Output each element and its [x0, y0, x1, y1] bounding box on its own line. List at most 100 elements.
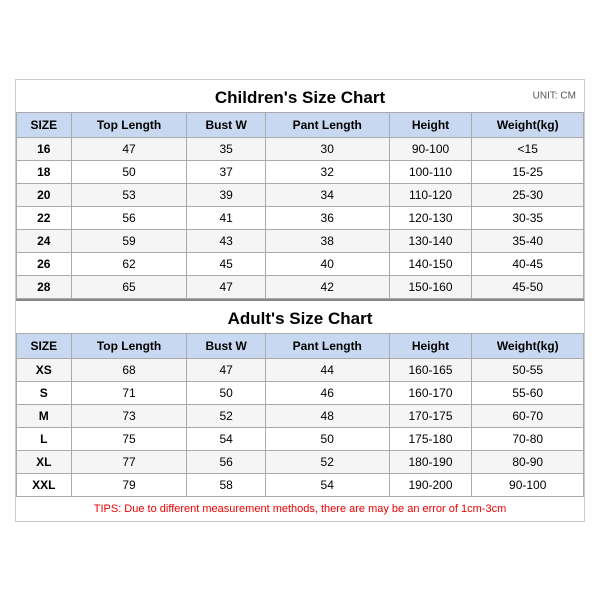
table-cell: 170-175 [389, 404, 472, 427]
table-cell: 79 [71, 473, 187, 496]
table-cell: 41 [187, 206, 265, 229]
table-cell: 56 [71, 206, 187, 229]
table-row: S715046160-17055-60 [17, 381, 584, 404]
table-row: 26624540140-15040-45 [17, 252, 584, 275]
table-cell: S [17, 381, 72, 404]
table-cell: 16 [17, 137, 72, 160]
table-cell: 70-80 [472, 427, 584, 450]
table-cell: 90-100 [389, 137, 472, 160]
table-row: XXL795854190-20090-100 [17, 473, 584, 496]
table-cell: 54 [265, 473, 389, 496]
table-cell: 46 [265, 381, 389, 404]
table-cell: 75 [71, 427, 187, 450]
table-cell: 45 [187, 252, 265, 275]
table-cell: 44 [265, 358, 389, 381]
table-cell: 34 [265, 183, 389, 206]
table-cell: L [17, 427, 72, 450]
table-cell: 71 [71, 381, 187, 404]
table-cell: 45-50 [472, 275, 584, 298]
adults-title: Adult's Size Chart [20, 309, 580, 329]
table-cell: <15 [472, 137, 584, 160]
children-section-header: Children's Size Chart UNIT: CM [16, 80, 584, 112]
children-col-header: Height [389, 112, 472, 137]
children-table: SIZETop LengthBust WPant LengthHeightWei… [16, 112, 584, 299]
table-cell: 120-130 [389, 206, 472, 229]
adults-col-header: Pant Length [265, 333, 389, 358]
size-chart-container: Children's Size Chart UNIT: CM SIZETop L… [15, 79, 585, 522]
table-cell: 40-45 [472, 252, 584, 275]
table-cell: 42 [265, 275, 389, 298]
table-cell: 65 [71, 275, 187, 298]
table-cell: 53 [71, 183, 187, 206]
table-row: 20533934110-12025-30 [17, 183, 584, 206]
table-cell: 160-170 [389, 381, 472, 404]
table-cell: 38 [265, 229, 389, 252]
adults-col-header: Top Length [71, 333, 187, 358]
table-cell: 30 [265, 137, 389, 160]
table-cell: 39 [187, 183, 265, 206]
table-cell: 36 [265, 206, 389, 229]
table-row: XS684744160-16550-55 [17, 358, 584, 381]
table-cell: 68 [71, 358, 187, 381]
adults-table: SIZETop LengthBust WPant LengthHeightWei… [16, 333, 584, 497]
table-cell: 30-35 [472, 206, 584, 229]
table-cell: XL [17, 450, 72, 473]
table-row: XL775652180-19080-90 [17, 450, 584, 473]
table-cell: 32 [265, 160, 389, 183]
children-title: Children's Size Chart [20, 88, 580, 108]
table-cell: 18 [17, 160, 72, 183]
table-row: 1647353090-100<15 [17, 137, 584, 160]
table-cell: 35-40 [472, 229, 584, 252]
table-cell: 43 [187, 229, 265, 252]
table-cell: 58 [187, 473, 265, 496]
adults-col-header: Bust W [187, 333, 265, 358]
unit-label: UNIT: CM [533, 90, 576, 101]
adults-col-header: SIZE [17, 333, 72, 358]
table-cell: 26 [17, 252, 72, 275]
table-cell: 77 [71, 450, 187, 473]
table-cell: 22 [17, 206, 72, 229]
tips-text: TIPS: Due to different measurement metho… [16, 497, 584, 521]
table-cell: 20 [17, 183, 72, 206]
table-cell: 50 [187, 381, 265, 404]
table-row: 18503732100-11015-25 [17, 160, 584, 183]
children-col-header: Pant Length [265, 112, 389, 137]
table-cell: 15-25 [472, 160, 584, 183]
table-cell: XS [17, 358, 72, 381]
table-cell: 59 [71, 229, 187, 252]
table-row: M735248170-17560-70 [17, 404, 584, 427]
table-cell: 37 [187, 160, 265, 183]
table-row: L755450175-18070-80 [17, 427, 584, 450]
table-cell: 80-90 [472, 450, 584, 473]
table-row: 28654742150-16045-50 [17, 275, 584, 298]
table-cell: 54 [187, 427, 265, 450]
table-cell: 55-60 [472, 381, 584, 404]
table-cell: 47 [71, 137, 187, 160]
table-cell: 52 [187, 404, 265, 427]
table-cell: 48 [265, 404, 389, 427]
table-cell: 52 [265, 450, 389, 473]
table-cell: 160-165 [389, 358, 472, 381]
table-cell: 47 [187, 358, 265, 381]
adults-col-header: Weight(kg) [472, 333, 584, 358]
table-cell: 60-70 [472, 404, 584, 427]
children-col-header: Bust W [187, 112, 265, 137]
table-cell: 40 [265, 252, 389, 275]
table-cell: 73 [71, 404, 187, 427]
table-cell: 50-55 [472, 358, 584, 381]
table-cell: 35 [187, 137, 265, 160]
adults-col-header: Height [389, 333, 472, 358]
table-cell: M [17, 404, 72, 427]
table-cell: 190-200 [389, 473, 472, 496]
table-cell: 24 [17, 229, 72, 252]
table-cell: 50 [71, 160, 187, 183]
table-row: 24594338130-14035-40 [17, 229, 584, 252]
table-cell: 47 [187, 275, 265, 298]
table-cell: 130-140 [389, 229, 472, 252]
table-cell: 100-110 [389, 160, 472, 183]
table-cell: 62 [71, 252, 187, 275]
children-col-header: Weight(kg) [472, 112, 584, 137]
table-cell: 90-100 [472, 473, 584, 496]
table-cell: 50 [265, 427, 389, 450]
table-cell: 180-190 [389, 450, 472, 473]
